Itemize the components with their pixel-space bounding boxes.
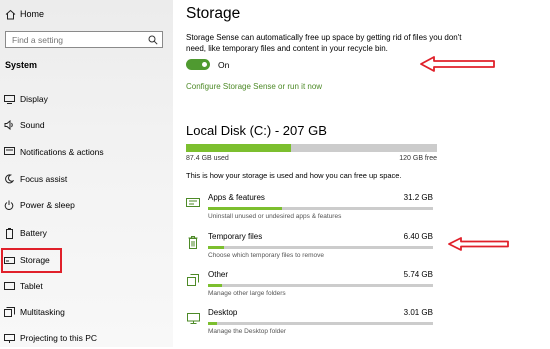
- sidebar-item-label: Power & sleep: [20, 200, 75, 210]
- category-usage-bar: [208, 284, 433, 287]
- storage-highlight-box: [1, 248, 62, 273]
- sidebar-item-multitasking[interactable]: Multitasking: [0, 301, 173, 323]
- category-subtitle: Manage the Desktop folder: [208, 328, 287, 335]
- category-subtitle: Uninstall unused or undesired apps & fea…: [208, 213, 342, 220]
- disk-usage-bar: [186, 144, 437, 152]
- home-icon: [0, 9, 20, 20]
- category-desktop[interactable]: Desktop 3.01 GB Manage the Desktop folde…: [186, 308, 436, 340]
- home-label: Home: [20, 9, 45, 19]
- storage-sense-description: Storage Sense can automatically free up …: [186, 33, 462, 53]
- toggle-state-label: On: [218, 60, 230, 70]
- category-size: 31.2 GB: [403, 193, 433, 202]
- sidebar: Home System Display Sound Notifications …: [0, 0, 173, 347]
- display-icon: [0, 94, 18, 104]
- storage-sense-toggle[interactable]: [186, 59, 210, 70]
- category-usage-bar: [208, 322, 433, 325]
- disk-free-label: 120 GB free: [399, 155, 437, 162]
- home-nav-item[interactable]: Home: [0, 4, 173, 24]
- category-usage-fill: [208, 322, 217, 325]
- apps-icon: [186, 196, 200, 210]
- sidebar-item-battery[interactable]: Battery: [0, 222, 173, 244]
- category-usage-bar: [208, 207, 433, 210]
- sidebar-item-power[interactable]: Power & sleep: [0, 194, 173, 216]
- sound-icon: [0, 120, 18, 130]
- category-name: Other: [208, 270, 229, 279]
- page-title: Storage: [186, 5, 241, 22]
- annotation-arrow-toggle: [420, 56, 495, 72]
- category-name: Apps & features: [208, 193, 265, 202]
- sidebar-item-label: Focus assist: [20, 174, 68, 184]
- storage-usage-description: This is how your storage is used and how…: [186, 171, 402, 180]
- disk-used-label: 87.4 GB used: [186, 155, 229, 162]
- notifications-icon: [0, 147, 18, 157]
- disk-usage-fill: [186, 144, 292, 152]
- disk-title: Local Disk (C:) - 207 GB: [186, 123, 327, 138]
- category-name: Desktop: [208, 308, 238, 317]
- configure-storage-sense-link[interactable]: Configure Storage Sense or run it now: [186, 82, 322, 91]
- projecting-icon: [0, 333, 18, 343]
- sidebar-item-focus-assist[interactable]: Focus assist: [0, 168, 173, 190]
- category-usage-fill: [208, 207, 283, 210]
- sidebar-item-tablet[interactable]: Tablet: [0, 275, 173, 297]
- sidebar-item-display[interactable]: Display: [0, 88, 173, 110]
- sidebar-item-label: Display: [20, 94, 48, 104]
- sidebar-item-label: Multitasking: [20, 307, 65, 317]
- category-usage-fill: [208, 246, 224, 249]
- category-other[interactable]: Other 5.74 GB Manage other large folders: [186, 270, 436, 302]
- sidebar-item-projecting[interactable]: Projecting to this PC: [0, 327, 173, 349]
- sidebar-item-label: Sound: [20, 120, 45, 130]
- category-apps-features[interactable]: Apps & features 31.2 GB Uninstall unused…: [186, 193, 436, 225]
- category-subtitle: Manage other large folders: [208, 290, 286, 297]
- tablet-icon: [0, 282, 18, 290]
- sidebar-item-label: Projecting to this PC: [20, 333, 98, 343]
- category-usage-fill: [208, 284, 222, 287]
- category-subtitle: Choose which temporary files to remove: [208, 252, 324, 259]
- battery-icon: [0, 227, 18, 239]
- trash-icon: [186, 235, 200, 249]
- power-icon: [0, 200, 18, 210]
- sidebar-item-label: Tablet: [20, 281, 43, 291]
- sidebar-item-label: Notifications & actions: [20, 147, 104, 157]
- sidebar-item-label: Battery: [20, 228, 47, 238]
- annotation-arrow-temporary-files: [448, 237, 509, 251]
- section-title: System: [5, 60, 38, 70]
- category-temporary-files[interactable]: Temporary files 6.40 GB Choose which tem…: [186, 232, 436, 264]
- category-size: 3.01 GB: [403, 308, 433, 317]
- category-usage-bar: [208, 246, 433, 249]
- main-panel: Storage Storage Sense can automatically …: [173, 0, 550, 347]
- sidebar-item-sound[interactable]: Sound: [0, 114, 173, 136]
- multitasking-icon: [0, 307, 18, 317]
- focus-assist-icon: [0, 174, 18, 184]
- search-input[interactable]: [6, 34, 147, 45]
- search-box[interactable]: [5, 31, 163, 48]
- other-icon: [186, 273, 200, 287]
- category-size: 6.40 GB: [403, 232, 433, 241]
- desktop-icon: [186, 311, 200, 325]
- search-icon[interactable]: [148, 35, 158, 47]
- sidebar-item-notifications[interactable]: Notifications & actions: [0, 141, 173, 163]
- category-size: 5.74 GB: [403, 270, 433, 279]
- category-name: Temporary files: [208, 232, 263, 241]
